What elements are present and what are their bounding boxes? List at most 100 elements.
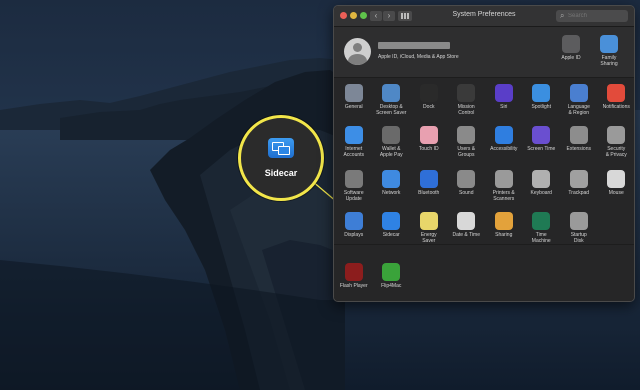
internet-accounts-icon — [344, 126, 363, 144]
sidecar-pane[interactable]: Sidecar — [373, 212, 411, 238]
accessibility-pane[interactable]: Accessibility — [485, 126, 523, 152]
pane-label: General — [344, 104, 363, 110]
apple-id-banner[interactable]: Apple ID, iCloud, Media & App Store Appl… — [334, 27, 634, 78]
time-machine-pane[interactable]: Time Machine — [523, 212, 561, 244]
close-button[interactable] — [340, 12, 347, 19]
sidecar-icon — [382, 212, 401, 230]
pane-label: Sound — [459, 190, 474, 196]
pane-label: Software Update — [343, 190, 364, 202]
screen-time-pane[interactable]: Screen Time — [523, 126, 561, 152]
touch-id-pane[interactable]: Touch ID — [410, 126, 448, 152]
mouse-icon — [607, 170, 626, 188]
avatar[interactable] — [344, 38, 371, 65]
system-preferences-window: ‹ › System Preferences ⌕ Apple ID, iClou… — [333, 5, 635, 302]
pane-label: Users & Groups — [457, 146, 476, 158]
network-icon — [382, 170, 401, 188]
security-privacy-icon — [607, 126, 626, 144]
screen-time-icon — [532, 126, 551, 144]
displays-icon — [344, 212, 363, 230]
pane-label: Dock — [423, 104, 435, 110]
flash-player-pane[interactable]: Flash Player — [335, 263, 373, 289]
general-pane[interactable]: General — [335, 84, 373, 110]
show-all-button[interactable] — [398, 11, 412, 21]
pane-label: Desktop & Screen Saver — [376, 104, 407, 116]
pane-label: Family Sharing — [600, 55, 618, 67]
security-privacy-pane[interactable]: Security & Privacy — [598, 126, 635, 158]
startup-disk-pane[interactable]: Startup Disk — [560, 212, 598, 244]
pane-label: Trackpad — [568, 190, 590, 196]
minimize-button[interactable] — [350, 12, 357, 19]
mission-control-icon — [457, 84, 476, 102]
printers-scanners-icon — [494, 170, 513, 188]
pane-label: Wallet & Apple Pay — [379, 146, 403, 158]
pane-label: Mission Control — [457, 104, 475, 116]
accessibility-icon — [494, 126, 513, 144]
pane-label: Flash Player — [339, 283, 368, 289]
pane-label: Keyboard — [530, 190, 552, 196]
sidecar-callout: Sidecar — [238, 115, 324, 201]
trackpad-pane[interactable]: Trackpad — [560, 170, 598, 196]
family-sharing-pane[interactable]: Family Sharing — [588, 35, 630, 67]
family-sharing-icon — [600, 35, 618, 53]
account-subtitle: Apple ID, iCloud, Media & App Store — [378, 54, 459, 60]
apple-id-pane[interactable]: Apple ID — [550, 35, 592, 61]
extensions-pane[interactable]: Extensions — [560, 126, 598, 152]
startup-disk-icon — [569, 212, 588, 230]
pane-label: Touch ID — [418, 146, 439, 152]
pane-label: Startup Disk — [570, 232, 587, 244]
pane-label: Date & Time — [452, 232, 480, 238]
notifications-pane[interactable]: Notifications — [598, 84, 635, 110]
forward-button[interactable]: › — [383, 11, 395, 21]
displays-pane[interactable]: Displays — [335, 212, 373, 238]
pane-label: Screen Time — [527, 146, 556, 152]
network-pane[interactable]: Network — [373, 170, 411, 196]
users-groups-icon — [457, 126, 476, 144]
internet-accounts-pane[interactable]: Internet Accounts — [335, 126, 373, 158]
desktop-screensaver-icon — [382, 84, 401, 102]
account-name-redacted — [378, 42, 450, 49]
trackpad-icon — [569, 170, 588, 188]
window-title: System Preferences — [452, 11, 516, 18]
pane-label: Sidecar — [382, 232, 400, 238]
pane-label: Bluetooth — [418, 190, 440, 196]
date-time-pane[interactable]: Date & Time — [448, 212, 486, 238]
pane-label: Apple ID — [561, 55, 581, 61]
wallet-pane[interactable]: Wallet & Apple Pay — [373, 126, 411, 158]
apple-id-icon — [562, 35, 580, 53]
dock-pane[interactable]: Dock — [410, 84, 448, 110]
printers-scanners-pane[interactable]: Printers & Scanners — [485, 170, 523, 202]
desktop-screensaver-pane[interactable]: Desktop & Screen Saver — [373, 84, 411, 116]
users-groups-pane[interactable]: Users & Groups — [448, 126, 486, 158]
language-region-pane[interactable]: Language & Region — [560, 84, 598, 116]
mission-control-pane[interactable]: Mission Control — [448, 84, 486, 116]
sharing-pane[interactable]: Sharing — [485, 212, 523, 238]
keyboard-pane[interactable]: Keyboard — [523, 170, 561, 196]
wallet-icon — [382, 126, 401, 144]
notifications-icon — [607, 84, 626, 102]
pane-label: Printers & Scanners — [492, 190, 515, 202]
pane-label: Mouse — [608, 190, 624, 196]
pane-label: Notifications — [602, 104, 630, 110]
energy-saver-icon — [419, 212, 438, 230]
search-input[interactable] — [568, 11, 624, 20]
bluetooth-pane[interactable]: Bluetooth — [410, 170, 448, 196]
search-field[interactable]: ⌕ — [556, 10, 628, 22]
flip4mac-pane[interactable]: Flip4Mac — [373, 263, 411, 289]
pane-label: Accessibility — [490, 146, 518, 152]
pane-label: Sharing — [495, 232, 513, 238]
pane-label: Energy Saver — [420, 232, 437, 244]
back-button[interactable]: ‹ — [370, 11, 382, 21]
sound-icon — [457, 170, 476, 188]
energy-saver-pane[interactable]: Energy Saver — [410, 212, 448, 244]
pane-label: Siri — [500, 104, 508, 110]
search-icon: ⌕ — [560, 11, 565, 20]
general-icon — [344, 84, 363, 102]
software-update-pane[interactable]: Software Update — [335, 170, 373, 202]
mouse-pane[interactable]: Mouse — [598, 170, 635, 196]
pane-label: Flip4Mac — [381, 283, 402, 289]
flip4mac-icon — [382, 263, 401, 281]
siri-pane[interactable]: Siri — [485, 84, 523, 110]
spotlight-pane[interactable]: Spotlight — [523, 84, 561, 110]
zoom-button[interactable] — [360, 12, 367, 19]
sound-pane[interactable]: Sound — [448, 170, 486, 196]
